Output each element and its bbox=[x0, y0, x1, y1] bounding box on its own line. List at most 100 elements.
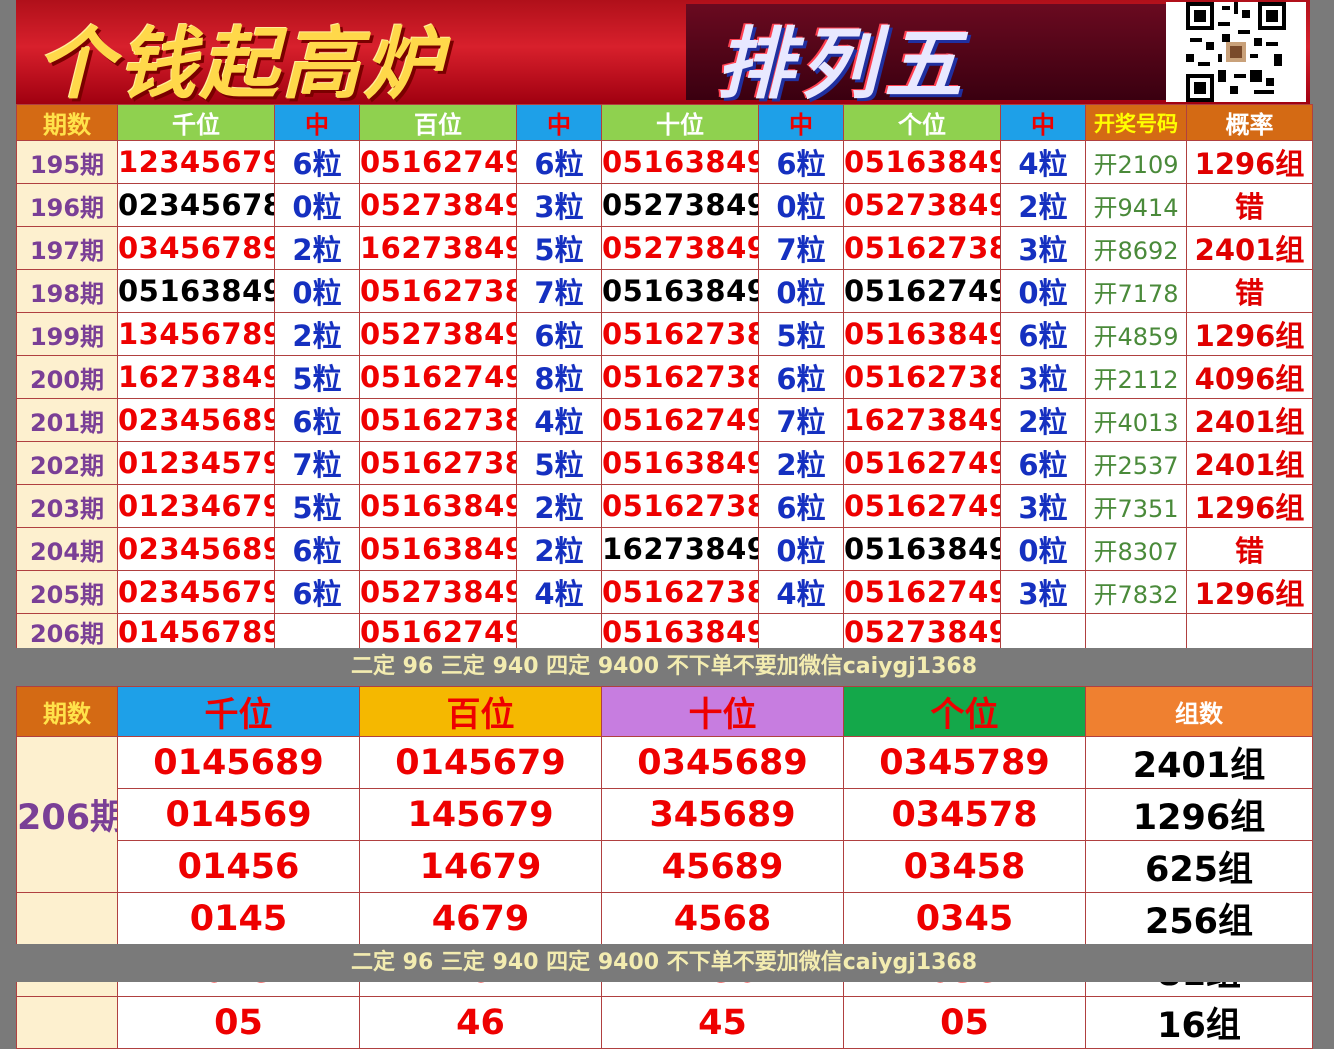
thousands-hit-cell: 6粒 bbox=[274, 140, 360, 184]
thousands-hit-cell: 6粒 bbox=[274, 398, 360, 442]
probability-cell: 1296组 bbox=[1186, 570, 1313, 614]
tens-cell: 05273849 bbox=[601, 226, 759, 270]
tens-cell: 05162738 bbox=[601, 355, 759, 399]
group-count-cell: 256组 bbox=[1085, 892, 1313, 945]
qr-code-graphic bbox=[1186, 2, 1286, 102]
tens-hit-cell: 5粒 bbox=[758, 312, 844, 356]
page: 个钱起高炉 排列五 期数 千位中百位中十位中个位中 开奖号码 概率 195期 1… bbox=[0, 0, 1334, 1049]
units-hit-cell: 3粒 bbox=[1000, 355, 1086, 399]
qr-code-icon bbox=[1166, 2, 1306, 102]
thousands-hit-cell: 6粒 bbox=[274, 527, 360, 571]
hundreds-hit-cell: 4粒 bbox=[516, 398, 602, 442]
probability-cell: 2401组 bbox=[1186, 441, 1313, 485]
probability-cell: 错 bbox=[1186, 269, 1313, 313]
tens-set-cell: 0345689 bbox=[601, 736, 844, 789]
thousands-hit-cell: 5粒 bbox=[274, 484, 360, 528]
hundreds-cell: 05162749 bbox=[359, 140, 517, 184]
prediction-header-row: 期数 千位 百位 十位 个位 组数 bbox=[16, 686, 1313, 737]
units-set-cell: 0345789 bbox=[843, 736, 1086, 789]
hundreds-hit-cell: 7粒 bbox=[516, 269, 602, 313]
issue-cell: 197期 bbox=[16, 226, 118, 270]
table-row: 198期 05163849 0粒 05162738 7粒 05163849 0粒 051627… bbox=[16, 269, 1313, 313]
hundreds-hit-cell: 5粒 bbox=[516, 226, 602, 270]
table-row: 196期 02345678 0粒 05273849 3粒 05273849 0粒 052738… bbox=[16, 183, 1313, 227]
hundreds-cell: 16273849 bbox=[359, 226, 517, 270]
table-row: 195期 12345679 6粒 05162749 6粒 05163849 6粒 051638… bbox=[16, 140, 1313, 184]
draw-number-cell: 开2537 bbox=[1085, 441, 1187, 485]
issue-cell: 206期 bbox=[16, 613, 118, 650]
table-row: 206期 0145689 0145679 0345689 0345789 2401组 bbox=[16, 736, 1313, 893]
units-hit-cell: 2粒 bbox=[1000, 398, 1086, 442]
units-hit-cell bbox=[1000, 613, 1086, 650]
hundreds-cell: 05163849 bbox=[359, 527, 517, 571]
group-count-cell: 1296组 bbox=[1085, 788, 1313, 841]
units-hit-cell: 6粒 bbox=[1000, 312, 1086, 356]
issue-cell: 205期 bbox=[16, 570, 118, 614]
probability-cell: 4096组 bbox=[1186, 355, 1313, 399]
tens-hit-cell bbox=[758, 613, 844, 650]
units-cell: 05163849 bbox=[843, 312, 1001, 356]
probability-cell: 1296组 bbox=[1186, 484, 1313, 528]
thousands-cell: 01456789 bbox=[117, 613, 275, 650]
prediction-issue-cell: 206期 bbox=[16, 736, 118, 893]
table-row: 202期 01234579 7粒 05162738 5粒 05163849 2粒 051627… bbox=[16, 441, 1313, 485]
units-hit-cell: 3粒 bbox=[1000, 484, 1086, 528]
table-row: 201期 02345689 6粒 05162738 4粒 05162749 7粒 162738… bbox=[16, 398, 1313, 442]
history-header-cell: 中 bbox=[758, 104, 844, 141]
tens-hit-cell: 6粒 bbox=[758, 484, 844, 528]
hundreds-hit-cell: 2粒 bbox=[516, 484, 602, 528]
units-cell: 05273849 bbox=[843, 183, 1001, 227]
probability-cell: 2401组 bbox=[1186, 226, 1313, 270]
tens-hit-cell: 7粒 bbox=[758, 226, 844, 270]
tens-cell: 05162738 bbox=[601, 312, 759, 356]
draw-number-cell: 开8692 bbox=[1085, 226, 1187, 270]
tens-cell: 05163849 bbox=[601, 140, 759, 184]
units-set-cell: 05 bbox=[843, 996, 1086, 1049]
prediction-header-cell: 期数 bbox=[16, 686, 118, 737]
draw-number-cell: 开8307 bbox=[1085, 527, 1187, 571]
units-hit-cell: 6粒 bbox=[1000, 441, 1086, 485]
history-header-cell: 中 bbox=[516, 104, 602, 141]
history-header-row: 期数 千位中百位中十位中个位中开奖号码 概率 bbox=[16, 104, 1313, 141]
hundreds-set-cell: 4679 bbox=[359, 892, 602, 945]
footer-notice-bottom: 二定 96 三定 940 四定 9400 不下单不要加微信caiygj1368 bbox=[16, 944, 1312, 982]
tens-set-cell: 45689 bbox=[601, 840, 844, 893]
tens-cell: 05273849 bbox=[601, 183, 759, 227]
history-header-cell: 千位 bbox=[117, 104, 275, 141]
tens-hit-cell: 6粒 bbox=[758, 355, 844, 399]
hundreds-set-cell: 0145679 bbox=[359, 736, 602, 789]
units-hit-cell: 3粒 bbox=[1000, 570, 1086, 614]
probability-cell: 1296组 bbox=[1186, 140, 1313, 184]
units-hit-cell: 3粒 bbox=[1000, 226, 1086, 270]
units-cell: 05162749 bbox=[843, 441, 1001, 485]
group-count-cell: 16组 bbox=[1085, 996, 1313, 1049]
units-cell: 05273849 bbox=[843, 613, 1001, 650]
table-row: 01456 14679 45689 03458 625组 bbox=[17, 840, 1313, 893]
tens-hit-cell: 0粒 bbox=[758, 269, 844, 313]
tens-hit-cell: 0粒 bbox=[758, 527, 844, 571]
thousands-cell: 02345678 bbox=[117, 183, 275, 227]
issue-cell: 201期 bbox=[16, 398, 118, 442]
units-cell: 05162738 bbox=[843, 226, 1001, 270]
issue-cell: 198期 bbox=[16, 269, 118, 313]
history-header-cell: 概率 bbox=[1186, 104, 1313, 141]
hundreds-cell: 05162738 bbox=[359, 441, 517, 485]
tens-hit-cell: 2粒 bbox=[758, 441, 844, 485]
banner: 个钱起高炉 排列五 bbox=[16, 0, 1310, 104]
thousands-hit-cell: 0粒 bbox=[274, 183, 360, 227]
units-cell: 05162749 bbox=[843, 484, 1001, 528]
draw-number-cell: 开4859 bbox=[1085, 312, 1187, 356]
tens-hit-cell: 4粒 bbox=[758, 570, 844, 614]
table-row: 204期 02345689 6粒 05163849 2粒 16273849 0粒 051638… bbox=[16, 527, 1313, 571]
hundreds-set-cell: 46 bbox=[359, 996, 602, 1049]
draw-number-cell: 开2109 bbox=[1085, 140, 1187, 184]
hundreds-cell: 05163849 bbox=[359, 484, 517, 528]
hundreds-set-cell: 14679 bbox=[359, 840, 602, 893]
units-cell: 05163849 bbox=[843, 527, 1001, 571]
units-cell: 16273849 bbox=[843, 398, 1001, 442]
hundreds-hit-cell bbox=[516, 613, 602, 650]
table-row: 203期 01234679 5粒 05163849 2粒 05162738 6粒 051627… bbox=[16, 484, 1313, 528]
thousands-cell: 01234579 bbox=[117, 441, 275, 485]
thousands-set-cell: 014569 bbox=[117, 788, 360, 841]
prediction-header-cell: 组数 bbox=[1085, 686, 1313, 737]
